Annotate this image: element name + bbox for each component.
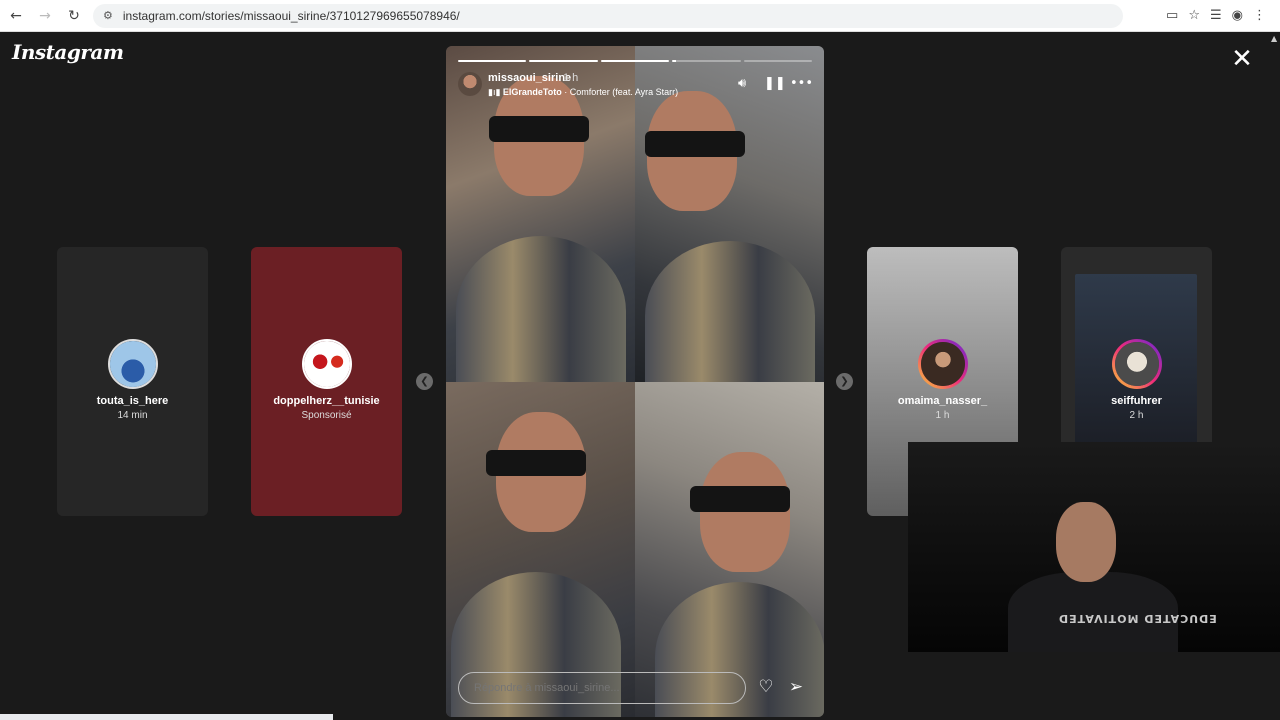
menu-dots-icon[interactable]: ⋮ [1253,8,1266,23]
story-photo [446,382,635,717]
story-username[interactable]: missaoui_sirine [488,72,571,84]
story-card-username: doppelherz__tunisie [273,395,380,407]
progress-segment [672,60,741,62]
webcam-overlay: EDUCATED MOTIVATED [908,442,1280,652]
url-text: instagram.com/stories/missaoui_sirine/37… [122,8,460,23]
progress-segment [743,60,813,62]
browser-status-bar [0,714,333,720]
progress-segment [529,60,598,62]
music-title: Comforter (feat. Ayra Starr) [569,87,679,97]
story-card-time: 14 min [117,410,148,421]
bookmark-star-icon[interactable]: ☆ [1188,8,1200,23]
close-icon[interactable]: ✕ [1230,46,1254,72]
sponsored-label: Sponsorisé [301,410,352,421]
send-icon[interactable]: ➢ [785,677,807,699]
browser-toolbar: ← → ↻ ⚙ instagram.com/stories/missaoui_s… [0,0,1280,32]
reply-input[interactable] [458,672,746,704]
progress-segment [600,60,670,62]
back-arrow-icon[interactable]: ← [3,3,29,29]
address-bar[interactable]: ⚙ instagram.com/stories/missaoui_sirine/… [93,3,1123,28]
pause-icon[interactable]: ❚❚ [764,76,786,91]
active-story[interactable]: missaoui_sirine 1 h ▮ı▮ ElGrandeToto · C… [446,46,824,717]
music-separator: · [564,87,568,97]
avatar [918,339,968,389]
chevron-left-icon[interactable]: ❮ [416,373,433,390]
instagram-logo[interactable]: Instagram [12,40,124,64]
story-time: 1 h [563,72,579,84]
story-music[interactable]: ▮ı▮ ElGrandeToto · Comforter (feat. Ayra… [488,87,678,98]
music-artist: ElGrandeToto [502,87,562,97]
story-card-doppelherz[interactable]: doppelherz__tunisie Sponsorisé [251,247,402,516]
avatar [107,339,158,389]
story-progress-bar [458,60,813,62]
reading-list-icon[interactable]: ☰ [1210,8,1222,23]
story-card-username: seiffuhrer [1111,395,1162,407]
reload-icon[interactable]: ↻ [61,3,87,29]
story-photo [635,382,824,717]
volume-icon[interactable]: 🔊︎ [738,76,746,91]
story-card-touta[interactable]: touta_is_here 14 min [57,247,208,516]
scroll-up-icon[interactable]: ▲ [1271,34,1277,43]
profile-icon[interactable]: ◉ [1232,8,1243,23]
story-header: missaoui_sirine 1 h ▮ı▮ ElGrandeToto · C… [458,72,813,98]
music-bars-icon: ▮ı▮ [488,87,501,97]
avatar [1112,339,1162,389]
chevron-right-icon[interactable]: ❯ [836,373,853,390]
heart-icon[interactable]: ♡ [755,677,777,699]
more-options-icon[interactable]: ••• [790,76,813,91]
avatar[interactable] [458,72,482,96]
story-card-time: 2 h [1129,410,1144,421]
site-settings-icon[interactable]: ⚙ [103,9,113,22]
story-card-username: touta_is_here [96,395,169,407]
story-card-username: omaima_nasser_ [897,395,988,407]
forward-arrow-icon[interactable]: → [32,3,58,29]
shirt-text: EDUCATED MOTIVATED [1058,612,1217,625]
progress-segment [458,60,527,62]
story-card-time: 1 h [935,410,950,421]
avatar [301,339,352,389]
install-app-icon[interactable]: ▭ [1166,8,1178,23]
